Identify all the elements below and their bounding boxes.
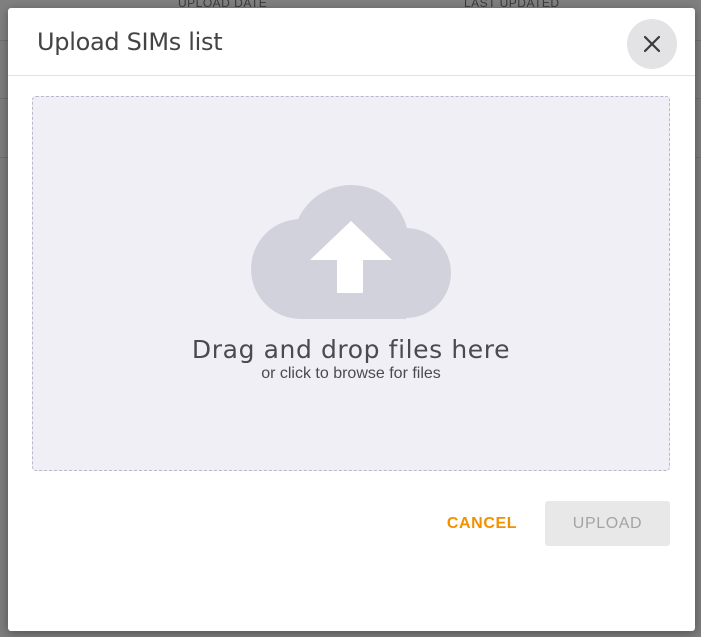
dropzone-title: Drag and drop files here <box>191 335 511 364</box>
file-dropzone[interactable]: Drag and drop files here or click to bro… <box>32 96 670 471</box>
cloud-upload-icon <box>251 185 451 319</box>
cancel-button[interactable]: CANCEL <box>434 502 530 546</box>
upload-button[interactable]: UPLOAD <box>545 501 670 546</box>
dialog-header: Upload SIMs list <box>8 8 695 76</box>
dropzone-subtitle: or click to browse for files <box>261 365 441 382</box>
close-button[interactable] <box>627 19 677 69</box>
dialog-title: Upload SIMs list <box>37 28 223 56</box>
upload-dialog: Upload SIMs list Drag and drop files her… <box>8 8 695 631</box>
close-icon <box>643 35 661 53</box>
